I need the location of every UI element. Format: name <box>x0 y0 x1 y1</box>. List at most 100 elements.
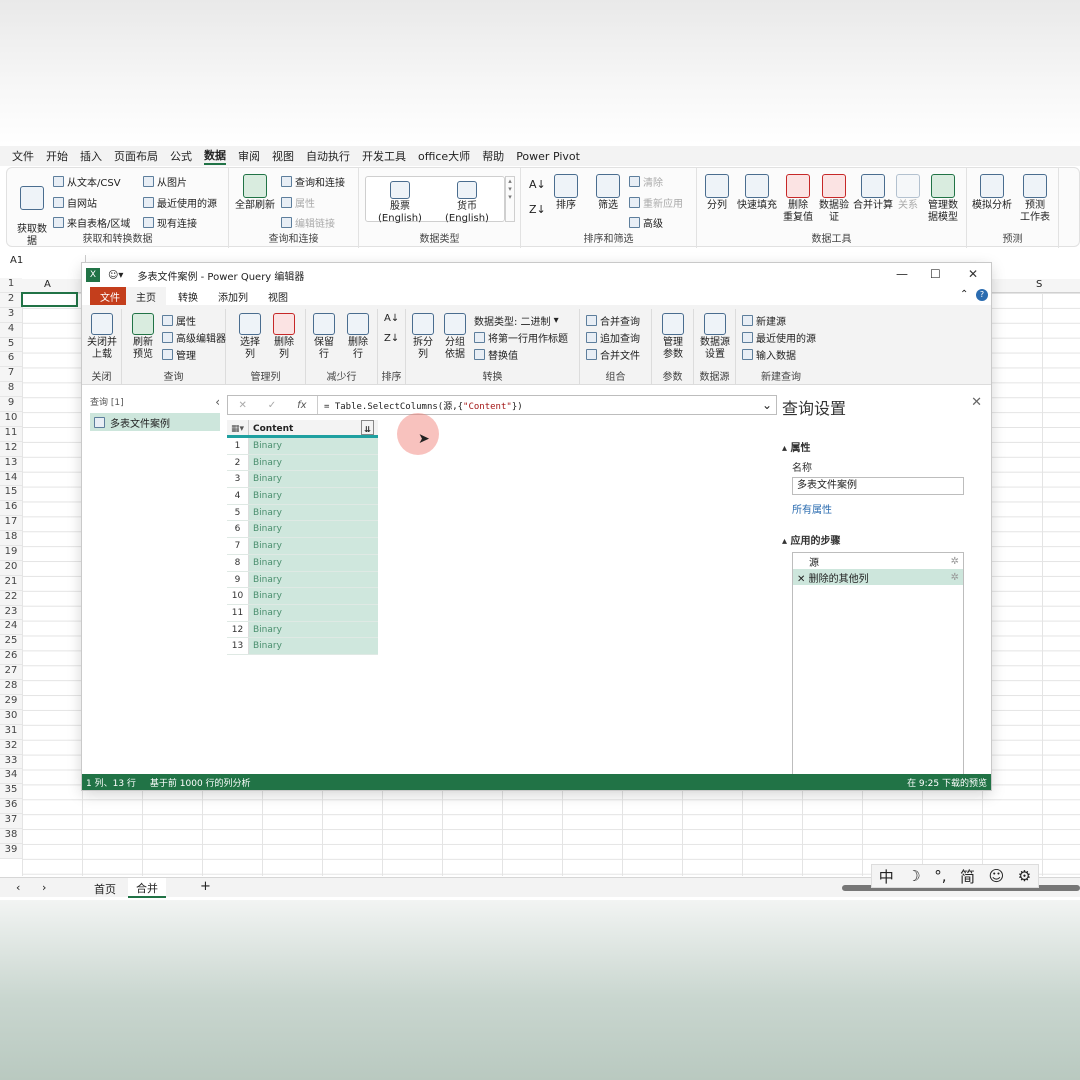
row-header[interactable]: 39 <box>0 843 22 859</box>
row-header[interactable]: 7 <box>0 367 22 383</box>
menu-automate[interactable]: 自动执行 <box>306 148 350 164</box>
data-type-dropdown[interactable]: 数据类型: 二进制 ▾ <box>474 313 559 328</box>
row-header[interactable]: 28 <box>0 680 22 695</box>
remove-duplicates-button[interactable]: 删除 重复值 <box>781 174 815 224</box>
recent-sources-button[interactable]: 最近使用的源 <box>143 195 217 210</box>
row-header[interactable]: 20 <box>0 560 22 576</box>
queries-connections-button[interactable]: 查询和连接 <box>281 174 345 189</box>
collapse-ribbon-icon[interactable]: ⌃ <box>960 289 968 300</box>
ime-moon-icon[interactable]: ☽ <box>907 867 920 885</box>
enter-data-button[interactable]: 输入数据 <box>742 347 796 362</box>
properties-button[interactable]: 属性 <box>281 195 315 210</box>
forecast-sheet-button[interactable]: 预测 工作表 <box>1015 174 1055 224</box>
all-properties-link[interactable]: 所有属性 <box>792 501 982 516</box>
row-header[interactable]: 8 <box>0 382 22 398</box>
append-queries-button[interactable]: 追加查询 <box>586 330 640 345</box>
row-header[interactable]: 6 <box>0 352 22 368</box>
row-header[interactable]: 19 <box>0 546 22 561</box>
row-header[interactable]: 1 <box>0 278 22 293</box>
column-header-content[interactable]: Content ⇊ <box>249 420 378 435</box>
tab-transform[interactable]: 转换 <box>178 289 198 304</box>
ime-emoji-icon[interactable]: ☺ <box>989 867 1005 885</box>
row-header[interactable]: 16 <box>0 501 22 517</box>
replace-values-button[interactable]: 替换值 <box>474 347 518 362</box>
step-source[interactable]: 源 ✲ <box>793 553 963 569</box>
binary-cell[interactable]: Binary <box>249 438 378 454</box>
from-picture-button[interactable]: 从图片 <box>143 174 187 189</box>
table-row[interactable]: 1 Binary <box>227 438 378 455</box>
combine-files-button[interactable]: 合并文件 <box>586 347 640 362</box>
row-header[interactable]: 14 <box>0 471 22 487</box>
currency-button[interactable]: 货币 (English) <box>434 181 500 225</box>
data-model-button[interactable]: 管理数 据模型 <box>923 174 963 224</box>
step-removed-columns[interactable]: ✕ 删除的其他列 ✲ <box>793 569 963 585</box>
table-row[interactable]: 3 Binary <box>227 471 378 489</box>
table-row[interactable]: 10 Binary <box>227 588 378 605</box>
tab-file[interactable]: 文件 <box>90 287 130 305</box>
what-if-button[interactable]: 模拟分析 <box>971 174 1013 212</box>
expand-formula-icon[interactable]: ⌄ <box>758 398 776 412</box>
table-row[interactable]: 5 Binary <box>227 504 378 522</box>
menu-office-master[interactable]: office大师 <box>418 148 470 164</box>
table-row[interactable]: 12 Binary <box>227 621 378 639</box>
relationships-button[interactable]: 关系 <box>895 174 921 212</box>
row-header[interactable]: 38 <box>0 828 22 844</box>
row-header[interactable]: 17 <box>0 516 22 532</box>
table-row[interactable]: 13 Binary <box>227 638 378 655</box>
datasource-settings-button[interactable]: 数据源 设置 <box>696 313 734 361</box>
sheet-tab-merge[interactable]: 合并 <box>128 878 166 898</box>
close-settings-icon[interactable]: ✕ <box>971 395 982 419</box>
ime-chinese[interactable]: 中 <box>879 866 894 887</box>
remove-columns-button[interactable]: 删除 列 <box>270 313 298 361</box>
gallery-scroll[interactable]: ▴ ▾ ▾ <box>505 176 515 222</box>
row-header[interactable]: 32 <box>0 739 22 755</box>
gear-icon[interactable]: ✲ <box>951 572 959 583</box>
table-menu-icon[interactable]: ▦▾ <box>227 420 249 435</box>
consolidate-button[interactable]: 合并计算 <box>853 174 893 212</box>
row-header[interactable]: 4 <box>0 322 22 338</box>
row-header[interactable]: 37 <box>0 814 22 829</box>
edit-links-button[interactable]: 编辑链接 <box>281 215 335 230</box>
advanced-editor-button[interactable]: 高级编辑器 <box>162 330 226 345</box>
menu-help[interactable]: 帮助 <box>482 148 504 164</box>
binary-cell[interactable]: Binary <box>249 538 378 554</box>
ime-punctuation[interactable]: °, <box>934 867 946 885</box>
row-header[interactable]: 27 <box>0 665 22 681</box>
close-load-button[interactable]: 关闭并 上载 <box>84 313 120 361</box>
row-header[interactable]: 25 <box>0 635 22 651</box>
split-column-button[interactable]: 拆分 列 <box>410 313 436 361</box>
reapply-button[interactable]: 重新应用 <box>629 195 683 210</box>
row-header[interactable]: 26 <box>0 650 22 666</box>
stocks-button[interactable]: 股票 (English) <box>370 181 430 225</box>
name-box[interactable]: A1 <box>6 255 86 271</box>
merge-queries-button[interactable]: 合并查询 <box>586 313 640 328</box>
clear-button[interactable]: 清除 <box>629 174 663 189</box>
table-row[interactable]: 8 Binary <box>227 554 378 572</box>
sort-asc-icon[interactable]: A↓ <box>384 313 399 324</box>
recent-sources-button[interactable]: 最近使用的源 <box>742 330 816 345</box>
row-header[interactable]: 15 <box>0 486 22 502</box>
tab-view[interactable]: 视图 <box>268 289 288 304</box>
delete-step-icon[interactable]: ✕ <box>797 574 805 585</box>
tab-home[interactable]: 主页 <box>126 287 166 305</box>
menu-data[interactable]: 数据 <box>204 147 226 165</box>
sort-az-button[interactable]: A↓ <box>529 178 546 191</box>
binary-cell[interactable]: Binary <box>249 588 378 604</box>
row-header[interactable]: 13 <box>0 456 22 472</box>
pq-properties-button[interactable]: 属性 <box>162 313 196 328</box>
advanced-button[interactable]: 高级 <box>629 215 663 230</box>
row-header[interactable]: 5 <box>0 337 22 353</box>
fx-icon[interactable]: fx <box>297 400 306 411</box>
close-icon[interactable]: ✕ <box>968 267 978 281</box>
col-header-a[interactable]: A <box>44 279 51 290</box>
from-table-button[interactable]: 来自表格/区域 <box>53 215 130 230</box>
refresh-preview-button[interactable]: 刷新 预览 <box>126 313 160 361</box>
ime-simplified[interactable]: 简 <box>960 866 975 887</box>
confirm-icon[interactable]: ✓ <box>268 400 276 411</box>
manage-params-button[interactable]: 管理 参数 <box>656 313 690 361</box>
col-header-s[interactable]: S <box>1036 279 1042 290</box>
row-header[interactable]: 11 <box>0 426 22 442</box>
filter-button[interactable]: 筛选 <box>593 174 623 212</box>
new-source-button[interactable]: 新建源 <box>742 313 786 328</box>
row-header[interactable]: 34 <box>0 769 22 785</box>
